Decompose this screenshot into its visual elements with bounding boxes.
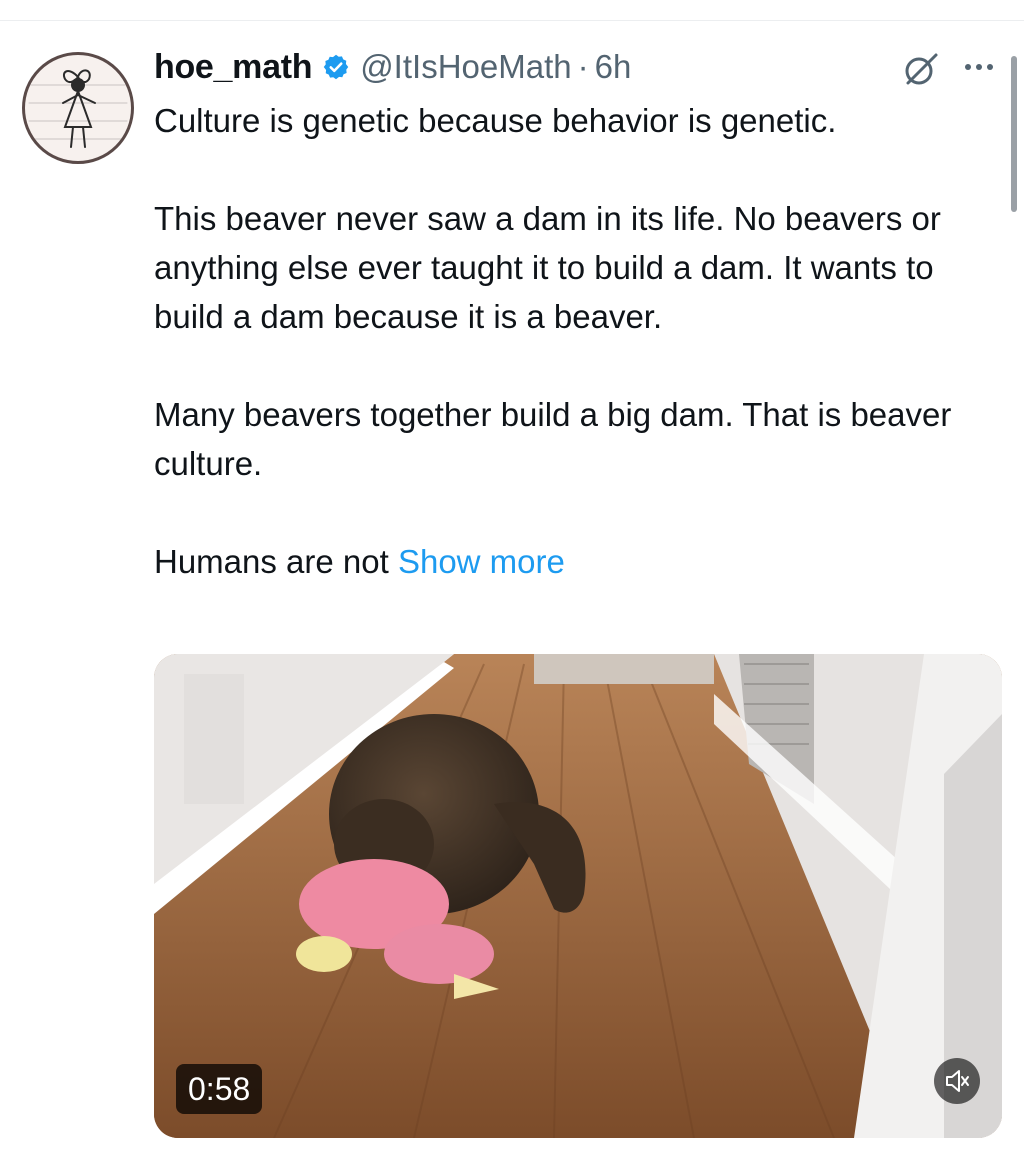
avatar[interactable] [22, 52, 134, 164]
speaker-muted-icon [946, 1070, 969, 1092]
top-divider [0, 20, 1024, 21]
video-duration: 0:58 [176, 1064, 263, 1114]
tweet-paragraph: Culture is genetic because behavior is g… [154, 102, 837, 139]
tweet-text: Culture is genetic because behavior is g… [154, 96, 984, 586]
avatar-drawing-icon [28, 69, 128, 148]
scrollbar[interactable] [1011, 56, 1017, 212]
grok-icon[interactable] [902, 50, 940, 88]
author-handle[interactable]: @ItIsHoeMath [360, 48, 571, 86]
tweet-paragraph: Many beavers together build a big dam. T… [154, 396, 952, 482]
tweet-header: hoe_math @ItIsHoeMath · 6h [154, 45, 631, 89]
truncated-text: Humans are not [154, 543, 398, 580]
mute-button[interactable] [934, 1058, 980, 1104]
timestamp[interactable]: 6h [595, 48, 632, 86]
separator-dot: · [577, 48, 589, 85]
author-name[interactable]: hoe_math [154, 48, 312, 87]
tweet-paragraph-truncated: Humans are not Show more [154, 537, 984, 586]
video-player[interactable]: 0:58 [154, 654, 1002, 1138]
more-options-icon[interactable] [962, 58, 996, 76]
tweet-paragraph: This beaver never saw a dam in its life.… [154, 200, 941, 335]
show-more-link[interactable]: Show more [398, 543, 565, 580]
video-frame [154, 654, 1002, 1138]
verified-badge-icon [322, 53, 350, 81]
